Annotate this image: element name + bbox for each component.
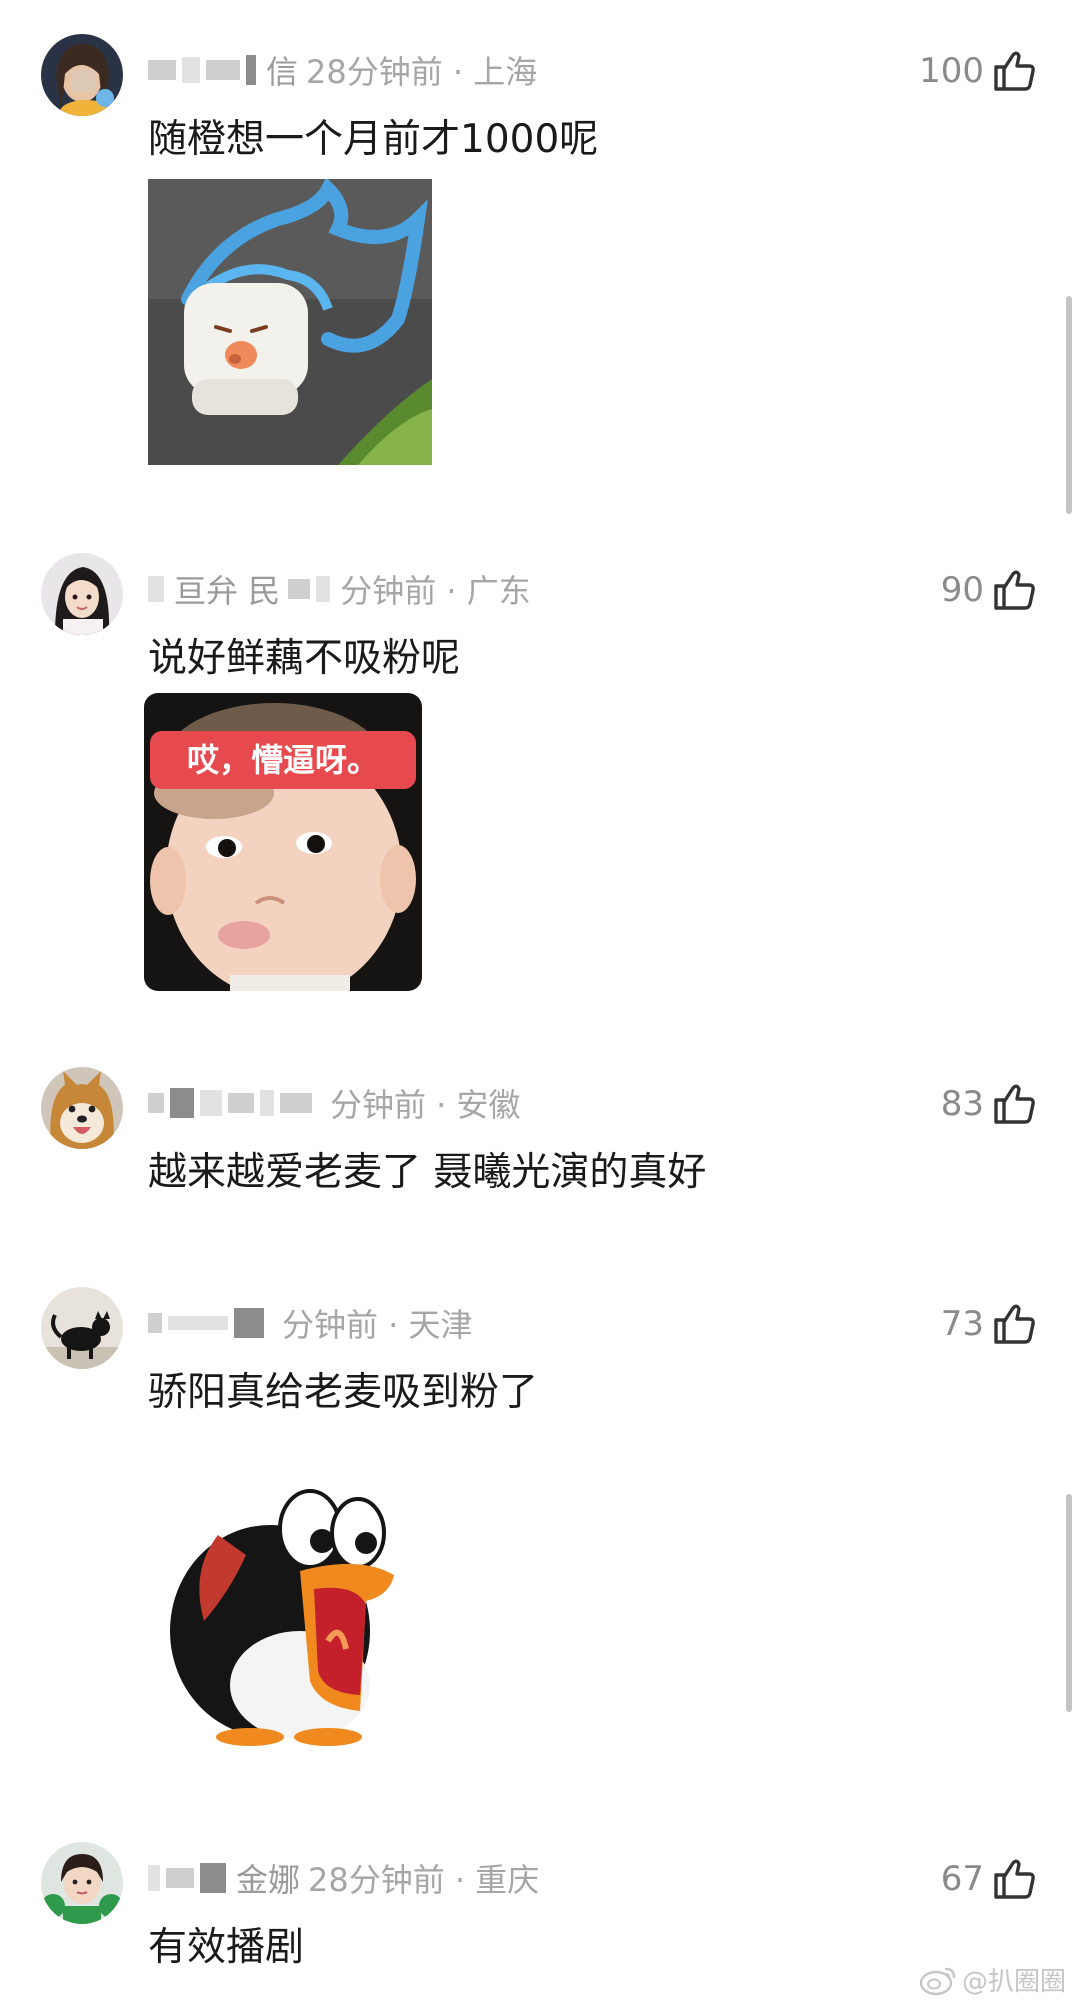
white-blob-cartoon-sticker[interactable] — [148, 179, 432, 465]
avatar-girl-icon[interactable] — [41, 34, 123, 116]
thumbs-up-icon — [994, 51, 1035, 91]
avatar-shiba-dog-icon[interactable] — [41, 1067, 123, 1149]
comment-meta: 金娜 28分钟前 · 重庆 — [148, 1856, 539, 1900]
username-mask[interactable] — [148, 55, 256, 85]
watermark-text: @扒圈圈 — [961, 1967, 1066, 1997]
scrollbar-thumb[interactable] — [1066, 1494, 1072, 1712]
thumbs-up-icon — [994, 1304, 1035, 1344]
like-button[interactable]: 73 — [941, 1301, 1038, 1347]
comment-text: 骄阳真给老麦吸到粉了 — [148, 1370, 539, 1415]
like-count: 67 — [940, 1859, 984, 1899]
time-location: 分钟前 · 安徽 — [330, 1086, 521, 1124]
comment-text: 越来越爱老麦了 聂曦光演的真好 — [148, 1150, 707, 1195]
comment-feed: 信 28分钟前 · 上海 100 随橙想一个月前才1000呢 亘弁 民 分钟前 … — [0, 0, 1080, 2004]
time-location: 分钟前 · 广东 — [340, 572, 531, 610]
username[interactable]: 亘弁 民 — [174, 566, 280, 612]
like-button[interactable]: 83 — [941, 1081, 1038, 1127]
username-mask[interactable] — [148, 576, 164, 602]
username-mask[interactable] — [148, 1088, 312, 1118]
watermark: @扒圈圈 — [918, 1961, 1066, 1998]
like-button[interactable]: 100 — [919, 48, 1038, 94]
username-mask[interactable] — [148, 1308, 264, 1338]
like-count: 73 — [940, 1304, 984, 1344]
comment-meta: 信 28分钟前 · 上海 — [148, 48, 537, 92]
avatar-girl-icon[interactable] — [41, 553, 123, 635]
avatar-black-cat-icon[interactable] — [41, 1287, 123, 1369]
like-button[interactable]: 67 — [941, 1856, 1038, 1902]
comment-meta: 分钟前 · 安徽 — [148, 1081, 521, 1125]
thumbs-up-icon — [994, 1084, 1035, 1124]
username-mask[interactable] — [148, 1863, 226, 1893]
comment-meta: 分钟前 · 天津 — [148, 1301, 473, 1345]
time-location: 28分钟前 · 上海 — [306, 53, 538, 91]
sticker-caption: 哎，懵逼呀。 — [187, 741, 379, 779]
time-location: 分钟前 · 天津 — [282, 1306, 473, 1344]
like-count: 83 — [940, 1084, 984, 1124]
like-button[interactable]: 90 — [941, 567, 1038, 613]
username-mask-tail — [288, 576, 331, 602]
like-count: 100 — [919, 51, 984, 91]
thumbs-up-icon — [994, 570, 1035, 610]
weibo-logo-icon — [919, 1967, 956, 1995]
username[interactable]: 金娜 — [236, 1855, 300, 1901]
avatar-girl-green-icon[interactable] — [41, 1842, 123, 1924]
thumbs-up-icon — [994, 1859, 1035, 1899]
username[interactable]: 信 — [266, 47, 298, 93]
comment-text: 有效播剧 — [148, 1925, 305, 1970]
comment-text: 说好鲜藕不吸粉呢 — [148, 636, 461, 681]
shouting-penguin-sticker[interactable] — [160, 1471, 420, 1747]
time-location: 28分钟前 · 重庆 — [308, 1861, 540, 1899]
baby-meme-sticker[interactable]: 哎，懵逼呀。 — [144, 693, 422, 991]
comment-meta: 亘弁 民 分钟前 · 广东 — [148, 567, 531, 611]
scrollbar-thumb[interactable] — [1066, 296, 1072, 514]
comment-text: 随橙想一个月前才1000呢 — [148, 117, 599, 162]
like-count: 90 — [940, 570, 984, 610]
